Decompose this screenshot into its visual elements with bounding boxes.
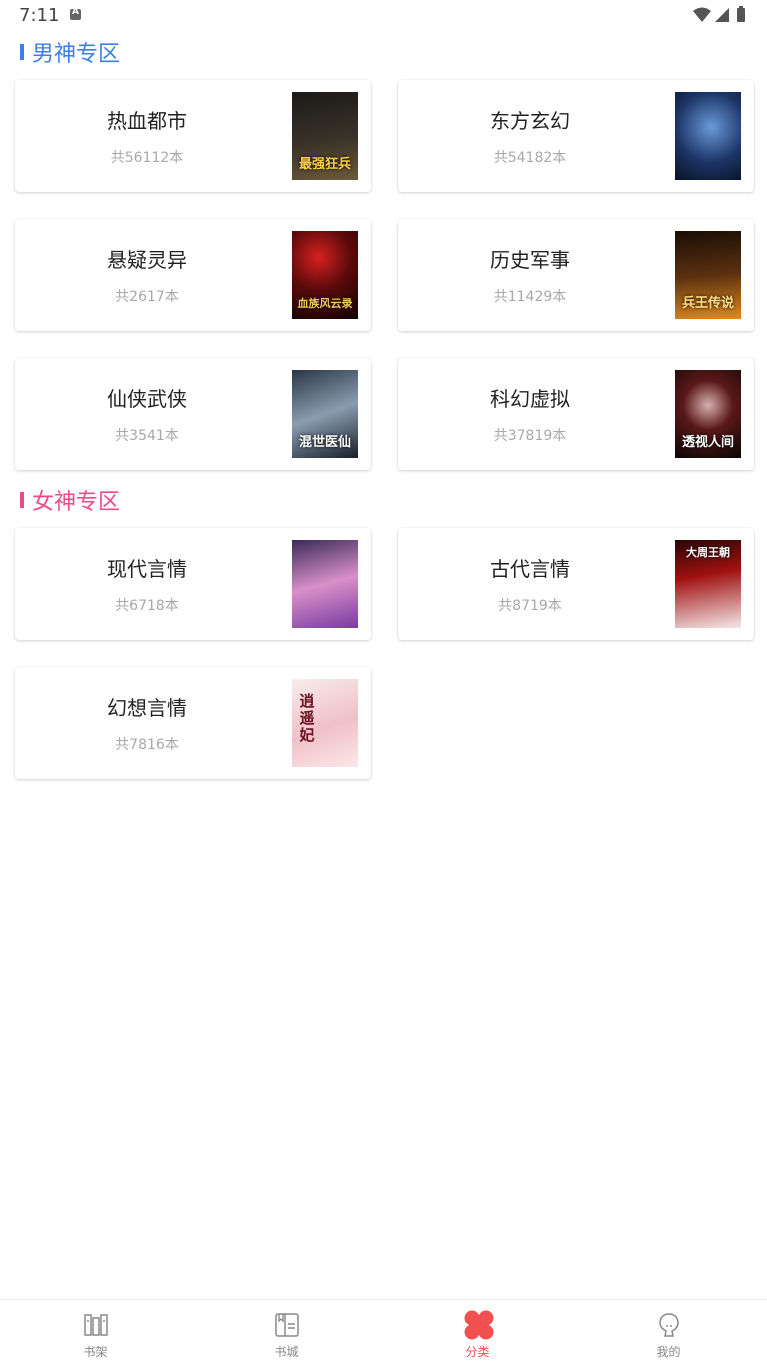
category-card[interactable]: 科幻虚拟 共37819本 透视人间	[398, 358, 754, 470]
category-count: 共56112本	[110, 150, 184, 166]
notification-icon	[70, 7, 81, 20]
wifi-icon	[693, 7, 711, 22]
category-card[interactable]: 历史军事 共11429本 兵王传说	[398, 219, 754, 331]
category-card[interactable]: 悬疑灵异 共2617本 血族风云录	[15, 219, 371, 331]
book-cover-image: 兵王传说	[675, 231, 741, 319]
cover-title: 最强狂兵	[298, 157, 351, 172]
category-name: 幻想言情	[107, 696, 187, 720]
category-count: 共7816本	[115, 737, 179, 753]
book-cover-image	[292, 540, 358, 628]
status-bar: 7:11	[0, 0, 767, 32]
category-card[interactable]: 热血都市 共56112本 最强狂兵	[15, 80, 371, 192]
book-cover-image: 透视人间	[675, 370, 741, 458]
category-count: 共2617本	[115, 289, 179, 305]
section-accent-bar	[20, 44, 24, 60]
category-count: 共3541本	[115, 428, 179, 444]
nav-label: 书架	[83, 1345, 108, 1359]
book-cover-image: 大周王朝	[675, 540, 741, 628]
book-cover-image: 逍遥妃	[292, 679, 358, 767]
category-card[interactable]: 幻想言情 共7816本 逍遥妃	[15, 667, 371, 779]
cover-title: 血族风云录	[297, 297, 353, 310]
bookshelf-icon	[84, 1314, 108, 1336]
book-cover-image: 混世医仙	[292, 370, 358, 458]
book-cover-image: 最强狂兵	[292, 92, 358, 180]
section-title: 女神专区	[32, 490, 121, 515]
category-card[interactable]: 现代言情 共6718本	[15, 528, 371, 640]
category-name: 现代言情	[107, 557, 187, 581]
nav-item-category[interactable]: 分类	[382, 1300, 573, 1366]
category-name: 悬疑灵异	[107, 248, 187, 272]
signal-icon	[715, 8, 729, 22]
status-time: 7:11	[19, 5, 60, 26]
status-icons	[693, 6, 745, 22]
category-name: 仙侠武侠	[107, 387, 187, 411]
battery-icon	[737, 8, 745, 22]
cover-title: 透视人间	[681, 435, 734, 450]
cover-title: 混世医仙	[298, 435, 351, 450]
nav-label: 分类	[465, 1345, 490, 1359]
category-name: 古代言情	[490, 557, 570, 581]
category-card[interactable]: 东方玄幻 共54182本	[398, 80, 754, 192]
section-header-male: 男神专区	[20, 37, 120, 67]
nav-item-bookstore[interactable]: 书城	[191, 1300, 382, 1366]
cover-title: 逍遥妃	[299, 692, 315, 744]
nav-item-profile[interactable]: 我的	[573, 1300, 764, 1366]
category-count: 共11429本	[493, 289, 567, 305]
category-name: 历史军事	[490, 248, 570, 272]
category-name: 科幻虚拟	[490, 387, 570, 411]
section-accent-bar	[20, 492, 24, 508]
category-card[interactable]: 仙侠武侠 共3541本 混世医仙	[15, 358, 371, 470]
category-card[interactable]: 古代言情 共8719本 大周王朝	[398, 528, 754, 640]
section-title: 男神专区	[32, 42, 121, 67]
nav-label: 书城	[274, 1345, 299, 1359]
book-icon	[275, 1313, 299, 1337]
category-name: 热血都市	[107, 109, 187, 133]
bottom-nav: 书架 书城 分类 我的	[0, 1299, 767, 1366]
book-cover-image: 血族风云录	[292, 231, 358, 319]
category-name: 东方玄幻	[490, 109, 570, 133]
category-count: 共8719本	[498, 598, 562, 614]
section-header-female: 女神专区	[20, 485, 120, 515]
cover-title: 兵王传说	[681, 296, 734, 311]
profile-icon	[659, 1313, 679, 1337]
category-icon	[464, 1310, 494, 1340]
cover-title: 大周王朝	[686, 546, 730, 559]
category-count: 共6718本	[115, 598, 179, 614]
book-cover-image	[675, 92, 741, 180]
category-count: 共37819本	[493, 428, 567, 444]
nav-label: 我的	[656, 1345, 681, 1359]
nav-item-bookshelf[interactable]: 书架	[0, 1300, 191, 1366]
category-count: 共54182本	[493, 150, 567, 166]
